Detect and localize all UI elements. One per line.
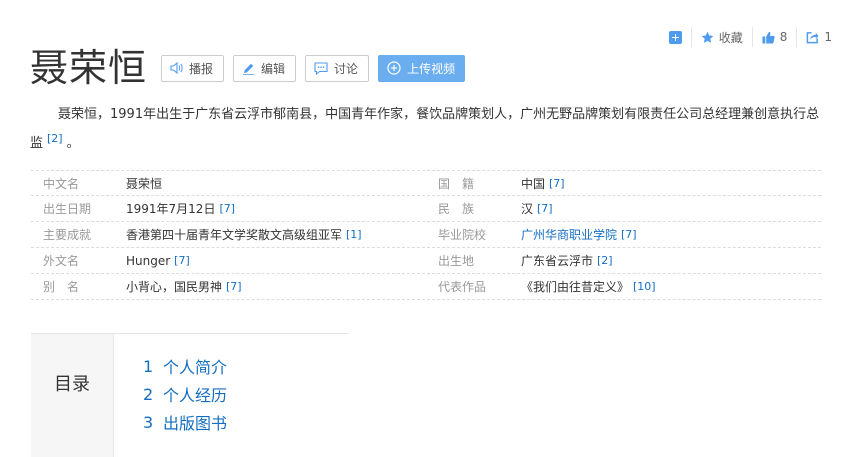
thumbs-up-icon: [762, 31, 775, 44]
info-value: 小背心，国民男神: [126, 280, 223, 294]
citation-link[interactable]: [7]: [621, 228, 637, 241]
info-row: 中文名 聂荣恒 国 籍 中国 [7]: [31, 170, 821, 196]
plus-circle-icon: [387, 61, 401, 75]
plus-icon: [668, 30, 682, 44]
catalog-item[interactable]: 2 个人经历: [143, 380, 227, 408]
basic-info-table: 中文名 聂荣恒 国 籍 中国 [7] 出生日期 1991年7月12日 [7] 民…: [31, 170, 821, 300]
info-cell: 出生日期 1991年7月12日 [7]: [31, 196, 426, 221]
catalog-item-number: 1: [143, 356, 154, 376]
info-label: 民 族: [438, 202, 475, 216]
collect-button[interactable]: 收藏: [690, 27, 752, 47]
info-label: 国 籍: [438, 176, 475, 191]
info-label: 出生日期: [43, 202, 92, 216]
info-cell: 代表作品 《我们由往昔定义》 [10]: [426, 274, 821, 299]
info-cell: 别 名 小背心，国民男神 [7]: [31, 274, 426, 299]
citation-link[interactable]: [7]: [226, 280, 242, 293]
comment-icon: [314, 61, 328, 75]
share-count: 1: [824, 30, 832, 44]
catalog-item-number: 3: [143, 412, 154, 432]
info-cell: 民 族 汉 [7]: [426, 196, 821, 221]
catalog-item-number: 2: [143, 384, 154, 404]
info-label: 毕业院校: [438, 228, 487, 242]
info-label: 主要成就: [43, 228, 92, 242]
info-row: 出生日期 1991年7月12日 [7] 民 族 汉 [7]: [31, 196, 821, 222]
info-value: Hunger: [126, 253, 171, 268]
play-label: 播报: [189, 61, 214, 76]
info-cell: 国 籍 中国 [7]: [426, 171, 821, 195]
catalog-list: 1 个人简介 2 个人经历 3 出版图书: [143, 352, 227, 436]
info-value: 广东省云浮市: [521, 254, 594, 268]
citation-link[interactable]: [7]: [174, 254, 190, 267]
entry-toolbar: 收藏 8 1: [660, 27, 841, 47]
like-count: 8: [779, 30, 788, 44]
info-label: 代表作品: [438, 280, 487, 294]
info-value: 香港第四十届青年文学奖散文高级组亚军: [126, 228, 343, 242]
like-button[interactable]: 8: [751, 27, 797, 47]
info-cell: 出生地 广东省云浮市 [2]: [426, 248, 821, 273]
citation-link[interactable]: [7]: [219, 202, 235, 215]
catalog-item-label: 出版图书: [163, 414, 228, 433]
upload-video-button[interactable]: 上传视频: [378, 54, 466, 82]
info-label: 别 名: [43, 280, 80, 294]
catalog-item[interactable]: 1 个人简介: [143, 352, 227, 380]
play-button[interactable]: 播报: [161, 54, 225, 82]
catalog-item-label: 个人简介: [163, 358, 228, 377]
info-cell: 外文名 Hunger [7]: [31, 248, 426, 273]
collect-label: 收藏: [718, 30, 743, 45]
summary-tail: 。: [66, 136, 80, 151]
catalog-title: 目录: [31, 334, 114, 457]
citation-link[interactable]: [7]: [537, 202, 553, 215]
citation-link[interactable]: [2]: [47, 132, 63, 145]
info-value: 聂荣恒: [126, 176, 163, 191]
catalog-item[interactable]: 3 出版图书: [143, 408, 227, 436]
pencil-icon: [243, 63, 255, 75]
citation-link[interactable]: [7]: [549, 177, 565, 190]
info-row: 别 名 小背心，国民男神 [7] 代表作品 《我们由往昔定义》 [10]: [31, 274, 821, 300]
info-value: 中国: [521, 176, 546, 191]
citation-link[interactable]: [1]: [346, 228, 362, 241]
info-cell: 中文名 聂荣恒: [31, 171, 426, 195]
info-value: 汉: [521, 202, 534, 216]
info-cell: 毕业院校 广州华商职业学院 [7]: [426, 222, 821, 247]
upload-video-label: 上传视频: [407, 61, 456, 76]
info-value: 1991年7月12日: [126, 202, 216, 216]
citation-link[interactable]: [2]: [597, 254, 613, 267]
edit-label: 编辑: [261, 61, 286, 76]
add-entry-button[interactable]: [660, 27, 691, 47]
school-link[interactable]: 广州华商职业学院: [521, 226, 617, 243]
info-row: 主要成就 香港第四十届青年文学奖散文高级组亚军 [1] 毕业院校 广州华商职业学…: [31, 222, 821, 248]
share-icon: [807, 31, 819, 43]
edit-button[interactable]: 编辑: [233, 54, 297, 82]
discuss-button[interactable]: 讨论: [305, 54, 370, 82]
summary-paragraph: 聂荣恒，1991年出生于广东省云浮市郁南县，中国青年作家，餐饮品牌策划人，广州无…: [30, 103, 830, 156]
share-button[interactable]: 1: [796, 27, 841, 47]
catalog-item-label: 个人经历: [163, 386, 228, 405]
info-cell: 主要成就 香港第四十届青年文学奖散文高级组亚军 [1]: [31, 222, 426, 247]
discuss-label: 讨论: [334, 61, 359, 76]
citation-link[interactable]: [10]: [633, 280, 656, 293]
speaker-icon: [170, 62, 183, 74]
page-title: 聂荣恒: [30, 46, 148, 90]
info-value: 《我们由往昔定义》: [521, 280, 630, 294]
star-icon: [701, 31, 714, 43]
info-label: 外文名: [43, 254, 80, 268]
info-row: 外文名 Hunger [7] 出生地 广东省云浮市 [2]: [31, 248, 821, 274]
info-label: 中文名: [43, 176, 80, 191]
info-label: 出生地: [438, 254, 475, 268]
title-row: 聂荣恒 播报 编辑 讨论 上传视频: [30, 44, 474, 92]
catalog: 目录 1 个人简介 2 个人经历 3 出版图书: [31, 333, 348, 457]
summary-text: 聂荣恒，1991年出生于广东省云浮市郁南县，中国青年作家，餐饮品牌策划人，广州无…: [30, 107, 820, 151]
